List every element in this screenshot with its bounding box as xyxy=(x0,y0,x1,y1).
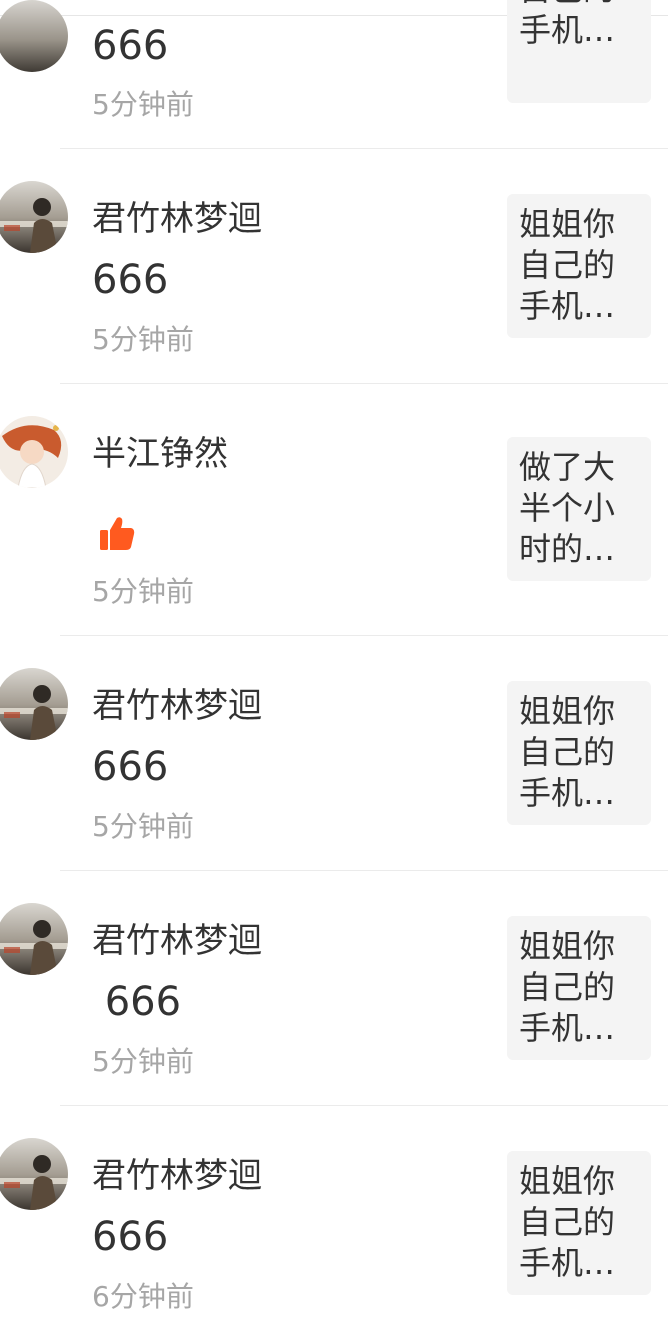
comment-text: 666 xyxy=(92,257,169,303)
boy-avatar-image xyxy=(0,668,68,740)
username[interactable]: 君竹林梦迴 xyxy=(92,199,262,239)
post-preview[interactable]: 姐姐你 自己的 手机… xyxy=(507,1151,651,1295)
preview-line: 手机… xyxy=(519,11,616,49)
comment-text: 666 xyxy=(92,744,169,790)
preview-line: 姐姐你 xyxy=(519,692,616,730)
timestamp: 5分钟前 xyxy=(92,575,194,608)
girl-avatar-image xyxy=(0,416,68,488)
thumbs-up-icon xyxy=(100,517,135,550)
username[interactable]: 君竹林梦迴 xyxy=(92,1156,262,1196)
preview-line: 手机… xyxy=(519,287,616,325)
comment-text: 666 xyxy=(92,23,169,69)
preview-line: 时的… xyxy=(519,530,616,568)
avatar[interactable] xyxy=(0,668,68,740)
list-item[interactable]: 半江铮然 5分钟前 做了大 半个小 时的… xyxy=(0,384,668,636)
avatar[interactable] xyxy=(0,1138,68,1210)
username[interactable]: 君竹林梦迴 xyxy=(92,921,262,961)
boy-avatar-image xyxy=(0,1138,68,1210)
preview-line: 自己的 xyxy=(519,968,616,1006)
timestamp: 5分钟前 xyxy=(92,810,194,843)
avatar[interactable] xyxy=(0,181,68,253)
preview-line: 姐姐你 xyxy=(519,1162,616,1200)
post-preview[interactable]: 姐姐你 自己的 手机… xyxy=(507,194,651,338)
preview-line: 姐姐你 xyxy=(519,927,616,965)
comment-text: 666 xyxy=(92,979,182,1025)
username[interactable]: 君竹林梦迴 xyxy=(92,686,262,726)
boy-avatar-image xyxy=(0,181,68,253)
avatar[interactable] xyxy=(0,416,68,488)
preview-line: 手机… xyxy=(519,1244,616,1282)
post-preview[interactable]: 姐姐你 自己的 手机… xyxy=(507,681,651,825)
username[interactable]: 半江铮然 xyxy=(92,434,228,474)
preview-line: 手机… xyxy=(519,1009,616,1047)
preview-line: 自己的 xyxy=(519,0,651,10)
list-item[interactable]: 君竹林梦迴 666 5分钟前 姐姐你 自己的 手机… xyxy=(0,636,668,871)
preview-line: 手机… xyxy=(519,774,616,812)
list-item[interactable]: 666 5分钟前 自己的 手机… xyxy=(0,0,668,149)
avatar[interactable] xyxy=(0,0,68,72)
timestamp: 6分钟前 xyxy=(92,1280,194,1313)
preview-line: 自己的 xyxy=(519,733,616,771)
list-item[interactable]: 君竹林梦迴 666 5分钟前 姐姐你 自己的 手机… xyxy=(0,149,668,384)
preview-line: 做了大 xyxy=(519,448,616,486)
timestamp: 5分钟前 xyxy=(92,323,194,356)
list-item[interactable]: 君竹林梦迴 666 5分钟前 姐姐你 自己的 手机… xyxy=(0,871,668,1106)
comment-text: 666 xyxy=(92,1214,169,1260)
boy-avatar-image xyxy=(0,903,68,975)
preview-line: 自己的 xyxy=(519,1203,616,1241)
timestamp: 5分钟前 xyxy=(92,1045,194,1078)
post-preview[interactable]: 自己的 手机… xyxy=(507,0,651,103)
post-preview[interactable]: 姐姐你 自己的 手机… xyxy=(507,916,651,1060)
comment-notification-list: 666 5分钟前 自己的 手机… 君竹林梦迴 666 5分钟前 姐姐你 自己的 xyxy=(0,0,668,1313)
post-preview[interactable]: 做了大 半个小 时的… xyxy=(507,437,651,581)
avatar[interactable] xyxy=(0,903,68,975)
preview-line: 姐姐你 xyxy=(519,205,616,243)
preview-line: 半个小 xyxy=(519,489,616,527)
preview-line: 自己的 xyxy=(519,246,616,284)
timestamp: 5分钟前 xyxy=(92,88,194,121)
